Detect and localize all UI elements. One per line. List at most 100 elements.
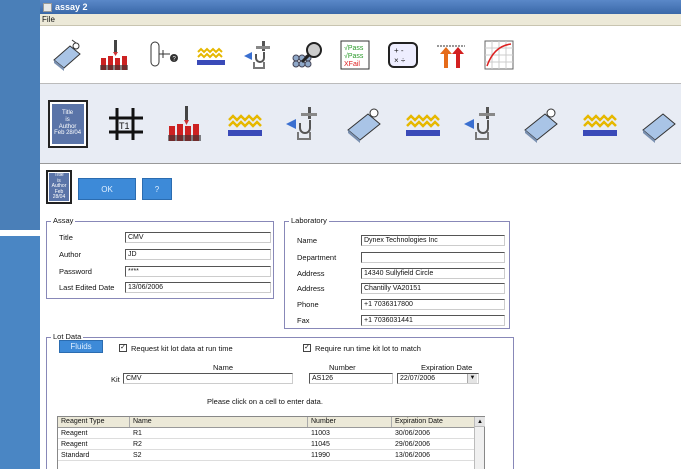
shake-step-3[interactable] xyxy=(579,102,622,146)
title-step-line4: Feb 28/04 xyxy=(54,130,82,137)
kit-name-input[interactable]: CMV xyxy=(123,373,293,384)
department-input[interactable] xyxy=(361,252,505,263)
background-left-lower-panel xyxy=(0,236,40,469)
address1-input[interactable]: 14340 Sullyfield Circle xyxy=(361,268,505,279)
dispense-tubes-icon[interactable] xyxy=(96,36,134,74)
phone-label: Phone xyxy=(297,300,319,309)
wash-step-1[interactable] xyxy=(283,102,326,146)
table-row[interactable]: Standard S2 11990 13/06/2006 xyxy=(58,450,484,461)
svg-text:× ÷: × ÷ xyxy=(394,56,406,65)
lot-data-group: Lot Data Fluids ✓ Request kit lot data a… xyxy=(46,332,514,469)
table-cell[interactable]: 11045 xyxy=(308,439,392,449)
kit-name-header: Name xyxy=(213,363,234,372)
t1-label: T1 xyxy=(119,121,130,131)
title-step-line2: is xyxy=(65,116,70,123)
table-cell[interactable]: Reagent xyxy=(58,439,130,449)
app-window: assay 2 File ? √Pass √Pass XFail + - × ÷… xyxy=(40,0,681,469)
svg-text:√Pass: √Pass xyxy=(344,44,364,52)
assay-legend: Assay xyxy=(51,216,76,225)
menu-file[interactable]: File xyxy=(42,15,55,24)
fax-input[interactable]: +1 7036031441 xyxy=(361,315,505,326)
request-kit-label: Request kit lot data at run time xyxy=(131,344,233,353)
table-cell[interactable]: 29/06/2006 xyxy=(392,439,472,449)
dispense-step[interactable] xyxy=(164,102,207,146)
shake-step-1[interactable] xyxy=(224,102,267,146)
table-header: Reagent Type Name Number Expiration Date xyxy=(58,417,484,428)
author-label: Author xyxy=(59,250,82,259)
ok-button[interactable]: OK xyxy=(78,178,136,200)
table-cell[interactable]: 13/06/2006 xyxy=(392,450,472,460)
laboratory-group: Laboratory Name Dynex Technologies Inc D… xyxy=(284,216,510,329)
table-cell[interactable]: 11003 xyxy=(308,428,392,438)
require-match-label: Require run time kit lot to match xyxy=(315,344,421,353)
lab-name-label: Name xyxy=(297,236,318,245)
table-cell[interactable]: Standard xyxy=(58,450,130,460)
phone-input[interactable]: +1 7036317800 xyxy=(361,299,505,310)
table-cell[interactable]: 30/06/2006 xyxy=(392,428,472,438)
kit-number-input[interactable]: AS126 xyxy=(309,373,393,384)
column-header[interactable]: Reagent Type xyxy=(58,417,130,427)
request-kit-checkbox[interactable]: ✓ xyxy=(119,344,127,352)
fluids-button[interactable]: Fluids xyxy=(59,340,103,353)
incubate-step-2[interactable] xyxy=(520,102,563,146)
last-edited-input: 13/06/2006 xyxy=(125,282,271,293)
table-cell[interactable]: R1 xyxy=(130,428,308,438)
title-step[interactable]: Title is Author Feb 28/04 xyxy=(46,99,89,148)
calculate-icon[interactable]: + - × ÷ xyxy=(384,36,422,74)
title-input[interactable]: CMV xyxy=(125,232,271,243)
svg-text:XFail: XFail xyxy=(344,61,360,68)
table-cell[interactable]: 11990 xyxy=(308,450,392,460)
title-bar: assay 2 xyxy=(40,0,681,14)
plate-layout-step[interactable]: T1 xyxy=(105,102,148,146)
kit-expiration-select[interactable]: 22/07/2006 ▼ xyxy=(397,373,479,384)
column-header[interactable]: Name xyxy=(130,417,308,427)
wash-tap-icon[interactable] xyxy=(240,36,278,74)
title-label: Title xyxy=(59,233,73,242)
incubate-step-1[interactable] xyxy=(342,102,385,146)
incubate-step-3[interactable] xyxy=(638,102,681,146)
column-header[interactable]: Number xyxy=(308,417,392,427)
table-row[interactable]: Reagent R1 11003 30/06/2006 xyxy=(58,428,484,439)
wash-step-2[interactable] xyxy=(460,102,503,146)
assay-steps-bar: Title is Author Feb 28/04 T1 xyxy=(40,84,681,164)
table-scrollbar[interactable]: ▲ xyxy=(474,417,485,469)
svg-text:√Pass: √Pass xyxy=(344,52,364,60)
scroll-up-icon[interactable]: ▲ xyxy=(475,417,485,427)
table-row[interactable]: Reagent R2 11045 29/06/2006 xyxy=(58,439,484,450)
shake-plate-icon[interactable] xyxy=(192,36,230,74)
tool-palette: ? √Pass √Pass XFail + - × ÷ xyxy=(40,26,681,84)
shake-step-2[interactable] xyxy=(401,102,444,146)
address2-label: Address xyxy=(297,284,325,293)
read-plate-icon[interactable] xyxy=(288,36,326,74)
column-header[interactable]: Expiration Date xyxy=(392,417,472,427)
author-input[interactable]: JD xyxy=(125,249,271,260)
title-step-selected[interactable]: Title is Author Feb 28/04 xyxy=(46,170,72,204)
window-title: assay 2 xyxy=(55,2,88,12)
title-step-line3: Author xyxy=(58,123,77,130)
laboratory-legend: Laboratory xyxy=(289,216,329,225)
assay-group: Assay Title CMV Author JD Password **** … xyxy=(46,216,274,299)
table-cell[interactable]: Reagent xyxy=(58,428,130,438)
kit-expiration-value: 22/07/2006 xyxy=(400,375,436,382)
background-divider xyxy=(0,230,40,236)
title-step-line1: Title xyxy=(62,110,74,117)
svg-text:+ -: + - xyxy=(394,46,404,55)
require-match-checkbox[interactable]: ✓ xyxy=(303,344,311,352)
table-cell[interactable]: S2 xyxy=(130,450,308,460)
fax-label: Fax xyxy=(297,316,310,325)
table-cell[interactable]: R2 xyxy=(130,439,308,449)
help-button[interactable]: ? xyxy=(142,178,172,200)
incubate-tube-icon[interactable]: ? xyxy=(144,36,182,74)
kit-expiration-header: Expiration Date xyxy=(421,363,473,372)
lab-name-input[interactable]: Dynex Technologies Inc xyxy=(361,235,505,246)
wash-plate-icon[interactable] xyxy=(48,36,86,74)
chevron-down-icon[interactable]: ▼ xyxy=(467,374,477,383)
menu-bar: File xyxy=(40,14,681,26)
address2-input[interactable]: Chantilly VA20151 xyxy=(361,283,505,294)
kit-label: Kit xyxy=(111,375,120,384)
password-input[interactable]: **** xyxy=(125,266,271,277)
curve-fit-icon[interactable] xyxy=(480,36,518,74)
pass-fail-icon[interactable]: √Pass √Pass XFail xyxy=(336,36,374,74)
selected-title-line4: Feb 28/04 xyxy=(52,188,66,201)
sort-threshold-icon[interactable] xyxy=(432,36,470,74)
